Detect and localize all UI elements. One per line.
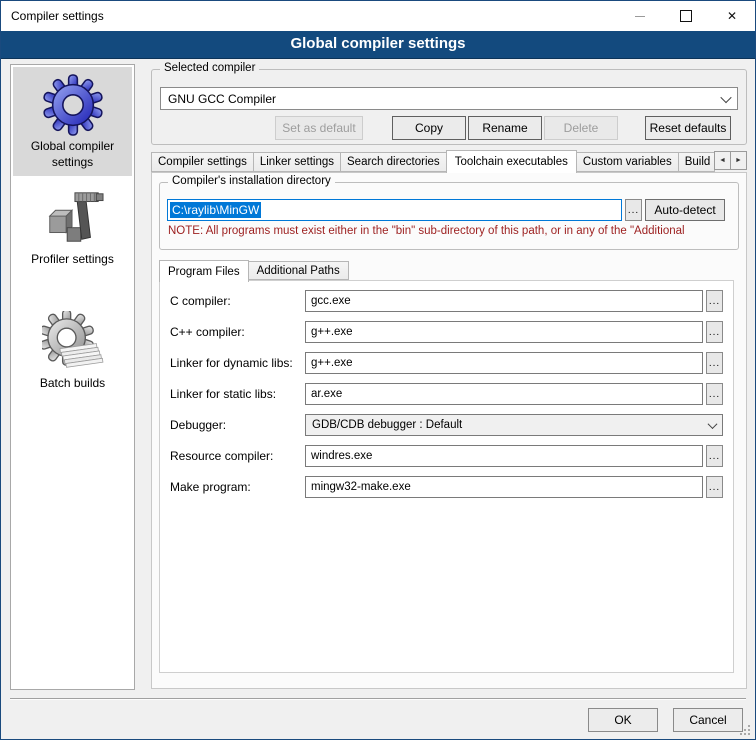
cpp-compiler-label: C++ compiler: [170,325,305,339]
c-compiler-label: C compiler: [170,294,305,308]
compiler-select[interactable]: GNU GCC Compiler [160,87,738,110]
arrow-left-icon: ◄ [719,157,726,164]
subtab-additional-paths[interactable]: Additional Paths [248,261,349,280]
sidebar-item-label: Global compiler settings [15,139,130,170]
tab-custom-variables[interactable]: Custom variables [576,152,679,172]
resource-compiler-input[interactable] [305,445,703,467]
make-program-browse-button[interactable]: ... [706,476,723,498]
chevron-down-icon [720,91,731,102]
window-title: Compiler settings [11,9,104,23]
ok-button[interactable]: OK [588,708,658,732]
resource-compiler-browse-button[interactable]: ... [706,445,723,467]
linker-dynamic-label: Linker for dynamic libs: [170,356,305,370]
linker-static-input[interactable] [305,383,703,405]
settings-category-sidebar: Global compiler settings Profiler settin… [10,64,135,690]
sidebar-item-label: Profiler settings [31,252,114,268]
compiler-select-value: GNU GCC Compiler [168,92,276,106]
tab-search-directories[interactable]: Search directories [340,152,447,172]
sidebar-item-profiler-settings[interactable]: Profiler settings [13,180,132,274]
resource-compiler-label: Resource compiler: [170,449,305,463]
selected-compiler-group-label: Selected compiler [160,62,259,74]
field-row-debugger: Debugger: GDB/CDB debugger : Default [170,414,723,436]
program-files-tab-strip: Program Files Additional Paths [159,260,348,280]
tab-scrollers: ◄ ► [715,151,747,170]
tab-build-options[interactable]: Build options [678,152,715,172]
minimize-icon [635,16,645,17]
toolchain-executables-page: Compiler's installation directory C:\ray… [151,172,747,689]
sidebar-item-batch-builds[interactable]: Batch builds [13,304,132,398]
window-controls: ✕ [617,1,755,31]
field-row-c-compiler: C compiler: ... [170,290,723,312]
arrow-right-icon: ► [735,157,742,164]
auto-detect-button[interactable]: Auto-detect [645,199,725,221]
main-content: Selected compiler GNU GCC Compiler Set a… [151,64,747,691]
cpp-compiler-input[interactable] [305,321,703,343]
reset-defaults-button[interactable]: Reset defaults [645,116,731,140]
close-icon: ✕ [727,10,737,22]
minimize-button[interactable] [617,1,663,31]
page-title: Global compiler settings [1,31,755,59]
tab-scroll-left-button[interactable]: ◄ [714,151,731,170]
c-compiler-input[interactable] [305,290,703,312]
make-program-label: Make program: [170,480,305,494]
make-program-input[interactable] [305,476,703,498]
debugger-select[interactable]: GDB/CDB debugger : Default [305,414,723,436]
selected-compiler-group: Selected compiler GNU GCC Compiler Set a… [151,69,747,145]
copy-button[interactable]: Copy [392,116,466,140]
installation-directory-group-label: Compiler's installation directory [168,175,335,187]
caliper-icon [42,187,104,249]
close-button[interactable]: ✕ [709,1,755,31]
rename-button[interactable]: Rename [468,116,542,140]
install-dir-input[interactable]: C:\raylib\MinGW [167,199,622,221]
blue-gear-icon [42,74,104,136]
gray-gear-stack-icon [42,311,104,373]
compiler-settings-window: { "window": { "title": "Compiler setting… [0,0,756,740]
sidebar-item-global-compiler-settings[interactable]: Global compiler settings [13,67,132,176]
resize-grip[interactable] [740,733,742,735]
field-row-linker-dynamic: Linker for dynamic libs: ... [170,352,723,374]
subtab-program-files[interactable]: Program Files [159,260,249,282]
debugger-select-value: GDB/CDB debugger : Default [312,419,462,431]
tab-toolchain-executables[interactable]: Toolchain executables [446,150,577,173]
linker-dynamic-browse-button[interactable]: ... [706,352,723,374]
settings-tab-strip: Compiler settings Linker settings Search… [151,150,747,172]
install-dir-browse-button[interactable]: ... [625,199,642,221]
field-row-cpp-compiler: C++ compiler: ... [170,321,723,343]
linker-static-label: Linker for static libs: [170,387,305,401]
install-dir-note: NOTE: All programs must exist either in … [168,225,736,237]
tab-compiler-settings[interactable]: Compiler settings [151,152,254,172]
title-bar[interactable]: Compiler settings ✕ [1,1,755,31]
set-as-default-button[interactable]: Set as default [275,116,363,140]
cancel-button[interactable]: Cancel [673,708,743,732]
c-compiler-browse-button[interactable]: ... [706,290,723,312]
field-row-resource-compiler: Resource compiler: ... [170,445,723,467]
field-row-make-program: Make program: ... [170,476,723,498]
delete-button[interactable]: Delete [544,116,618,140]
linker-static-browse-button[interactable]: ... [706,383,723,405]
maximize-button[interactable] [663,1,709,31]
chevron-down-icon [708,419,718,429]
tab-linker-settings[interactable]: Linker settings [253,152,341,172]
linker-dynamic-input[interactable] [305,352,703,374]
debugger-label: Debugger: [170,418,305,432]
field-row-linker-static: Linker for static libs: ... [170,383,723,405]
cpp-compiler-browse-button[interactable]: ... [706,321,723,343]
install-dir-selected-text: C:\raylib\MinGW [170,202,261,218]
installation-directory-group: Compiler's installation directory C:\ray… [159,182,739,250]
compiler-actions: Set as default Copy Rename Delete Reset … [160,116,731,140]
tab-scroll-right-button[interactable]: ► [730,151,747,170]
footer-divider [10,698,746,700]
program-files-page: C compiler: ... C++ compiler: ... Linker… [159,280,734,673]
sidebar-item-label: Batch builds [40,376,105,392]
maximize-icon [680,10,692,22]
